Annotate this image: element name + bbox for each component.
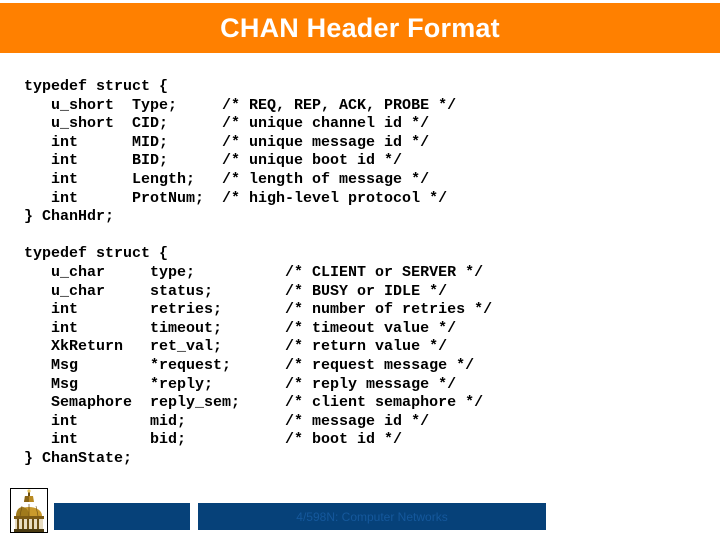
- code-block-chan-hdr: typedef struct { u_short Type; /* REQ, R…: [24, 78, 457, 226]
- footer-bar-right: 4/598N: Computer Networks: [198, 503, 546, 530]
- university-dome-logo-icon: [10, 488, 48, 533]
- slide-content: typedef struct { u_short Type; /* REQ, R…: [0, 78, 720, 468]
- footer-course-label: 4/598N: Computer Networks: [296, 509, 448, 524]
- footer-bar-left: [54, 503, 190, 530]
- code-block-chan-state: typedef struct { u_char type; /* CLIENT …: [24, 245, 493, 467]
- page-title: CHAN Header Format: [220, 12, 500, 43]
- slide-footer: 4/598N: Computer Networks: [0, 485, 720, 540]
- slide-title-banner: CHAN Header Format: [0, 3, 720, 53]
